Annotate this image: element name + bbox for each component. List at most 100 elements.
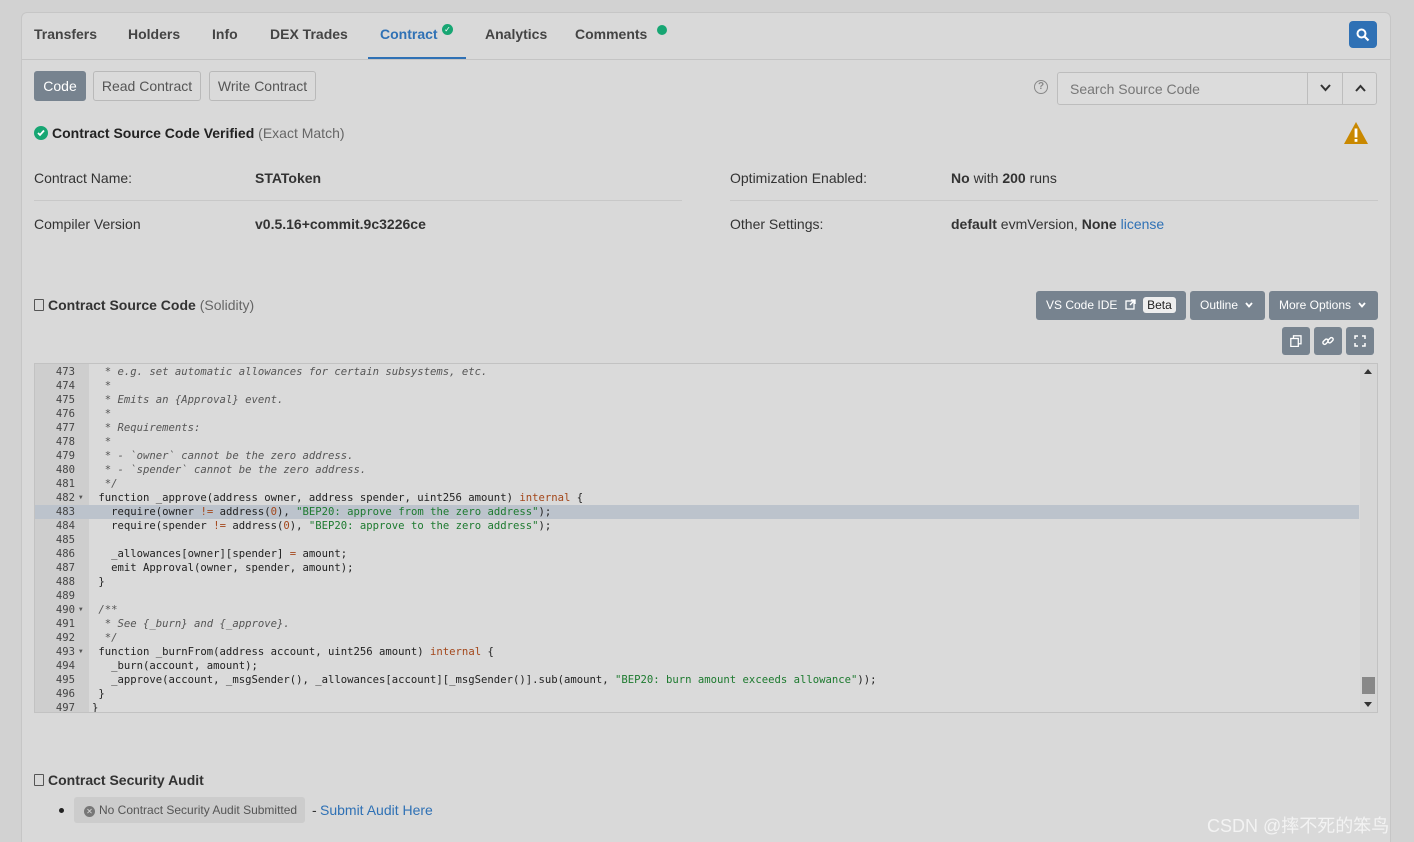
- code-text: function _approve(address owner, address…: [92, 492, 584, 504]
- file-code-icon: [34, 299, 44, 311]
- tab-comments[interactable]: Comments: [575, 26, 647, 42]
- contract-card: Transfers Holders Info DEX Trades Contra…: [21, 12, 1391, 842]
- code-text: require(spender != address(0), "BEP20: a…: [92, 520, 552, 532]
- code-line[interactable]: 493 ▼ function _burnFrom(address account,…: [35, 645, 1359, 659]
- code-line[interactable]: 473 * e.g. set automatic allowances for …: [35, 365, 1359, 379]
- no-audit-badge: ✕ No Contract Security Audit Submitted: [74, 797, 306, 823]
- more-options-button[interactable]: More Options: [1269, 291, 1378, 320]
- tab-contract[interactable]: Contract: [380, 26, 438, 42]
- copy-button[interactable]: [1282, 327, 1310, 355]
- code-text: _approve(account, _msgSender(), _allowan…: [92, 674, 877, 686]
- line-number: 490: [55, 604, 75, 616]
- code-line[interactable]: 483 require(owner != address(0), "BEP20:…: [35, 505, 1359, 519]
- scroll-down-icon[interactable]: [1364, 702, 1372, 707]
- code-line[interactable]: 491 * See {_burn} and {_approve}.: [35, 617, 1359, 631]
- active-tab-indicator: [368, 57, 466, 59]
- code-text: function _burnFrom(address account, uint…: [92, 646, 494, 658]
- line-number: 487: [55, 562, 75, 574]
- code-line[interactable]: 495 _approve(account, _msgSender(), _all…: [35, 673, 1359, 687]
- code-line[interactable]: 475 * Emits an {Approval} event.: [35, 393, 1359, 407]
- source-search-group: [1057, 72, 1377, 105]
- code-line[interactable]: 479 * - `owner` cannot be the zero addre…: [35, 449, 1359, 463]
- code-line[interactable]: 489: [35, 589, 1359, 603]
- code-line[interactable]: 497}: [35, 701, 1359, 713]
- code-line[interactable]: 490 ▼ /**: [35, 603, 1359, 617]
- code-text: */: [92, 478, 118, 490]
- source-code-heading: Contract Source Code (Solidity): [34, 297, 254, 313]
- line-number: 495: [55, 674, 75, 686]
- search-prev-button[interactable]: [1342, 73, 1377, 104]
- write-contract-button[interactable]: Write Contract: [209, 71, 316, 101]
- code-line[interactable]: 496 }: [35, 687, 1359, 701]
- search-button[interactable]: [1349, 21, 1377, 48]
- optimization-value: No with 200 runs: [951, 170, 1057, 186]
- code-line[interactable]: 494 _burn(account, amount);: [35, 659, 1359, 673]
- code-text: emit Approval(owner, spender, amount);: [92, 562, 354, 574]
- tab-analytics[interactable]: Analytics: [485, 26, 547, 42]
- optimization-label: Optimization Enabled:: [730, 170, 867, 186]
- fold-toggle-icon[interactable]: ▼: [79, 491, 83, 505]
- search-next-button[interactable]: [1307, 73, 1342, 104]
- scroll-thumb[interactable]: [1362, 677, 1375, 694]
- code-line[interactable]: 480 * - `spender` cannot be the zero add…: [35, 463, 1359, 477]
- code-text: * - `spender` cannot be the zero address…: [92, 464, 367, 476]
- code-text: */: [92, 632, 118, 644]
- code-line[interactable]: 474 *: [35, 379, 1359, 393]
- outline-button[interactable]: Outline: [1190, 291, 1265, 320]
- match-type: (Exact Match): [258, 125, 345, 141]
- code-line[interactable]: 487 emit Approval(owner, spender, amount…: [35, 561, 1359, 575]
- code-line[interactable]: 485: [35, 533, 1359, 547]
- comments-status-dot: [657, 25, 667, 35]
- fold-toggle-icon[interactable]: ▼: [79, 645, 83, 659]
- scroll-up-icon[interactable]: [1364, 369, 1372, 374]
- submit-audit-link[interactable]: Submit Audit Here: [320, 802, 433, 818]
- read-contract-button[interactable]: Read Contract: [93, 71, 201, 101]
- code-text: _allowances[owner][spender] = amount;: [92, 548, 348, 560]
- code-line[interactable]: 492 */: [35, 631, 1359, 645]
- code-line[interactable]: 488 }: [35, 575, 1359, 589]
- code-line[interactable]: 484 require(spender != address(0), "BEP2…: [35, 519, 1359, 533]
- fullscreen-button[interactable]: [1346, 327, 1374, 355]
- tab-info[interactable]: Info: [212, 26, 238, 42]
- line-number: 476: [55, 408, 75, 420]
- code-line[interactable]: 482 ▼ function _approve(address owner, ad…: [35, 491, 1359, 505]
- code-line[interactable]: 478 *: [35, 435, 1359, 449]
- code-button[interactable]: Code: [34, 71, 86, 101]
- help-icon[interactable]: ?: [1034, 80, 1048, 94]
- warning-icon[interactable]: [1343, 121, 1369, 145]
- tab-holders[interactable]: Holders: [128, 26, 180, 42]
- external-link-icon: [1125, 299, 1136, 310]
- line-number: 493: [55, 646, 75, 658]
- line-number: 484: [55, 520, 75, 532]
- editor-scrollbar[interactable]: [1360, 364, 1377, 712]
- fold-toggle-icon[interactable]: ▼: [79, 603, 83, 617]
- code-editor[interactable]: 473 * e.g. set automatic allowances for …: [34, 363, 1378, 713]
- check-circle-icon: [34, 126, 48, 140]
- search-source-input[interactable]: [1058, 73, 1307, 104]
- tab-dex-trades[interactable]: DEX Trades: [270, 26, 348, 42]
- separator: -: [312, 802, 317, 818]
- permalink-button[interactable]: [1314, 327, 1342, 355]
- line-number: 489: [55, 590, 75, 602]
- code-text: *: [92, 436, 112, 448]
- license-link[interactable]: license: [1121, 216, 1165, 232]
- verified-status: Contract Source Code Verified (Exact Mat…: [34, 125, 345, 141]
- line-number: 485: [55, 534, 75, 546]
- code-line[interactable]: 476 *: [35, 407, 1359, 421]
- code-text: require(owner != address(0), "BEP20: app…: [92, 506, 552, 518]
- code-text: *: [92, 408, 112, 420]
- line-number: 475: [55, 394, 75, 406]
- code-text: }: [92, 702, 99, 713]
- contract-name-value: STAToken: [255, 170, 322, 186]
- code-text: *: [92, 380, 112, 392]
- tab-transfers[interactable]: Transfers: [34, 26, 97, 42]
- code-text: * See {_burn} and {_approve}.: [92, 618, 290, 630]
- code-text: * e.g. set automatic allowances for cert…: [92, 366, 488, 378]
- code-line[interactable]: 477 * Requirements:: [35, 421, 1359, 435]
- vscode-ide-button[interactable]: VS Code IDE Beta: [1036, 291, 1186, 320]
- code-line[interactable]: 486 _allowances[owner][spender] = amount…: [35, 547, 1359, 561]
- line-number: 473: [55, 366, 75, 378]
- code-line[interactable]: 481 */: [35, 477, 1359, 491]
- compiler-version-label: Compiler Version: [34, 216, 141, 232]
- compiler-version-value: v0.5.16+commit.9c3226ce: [255, 216, 426, 232]
